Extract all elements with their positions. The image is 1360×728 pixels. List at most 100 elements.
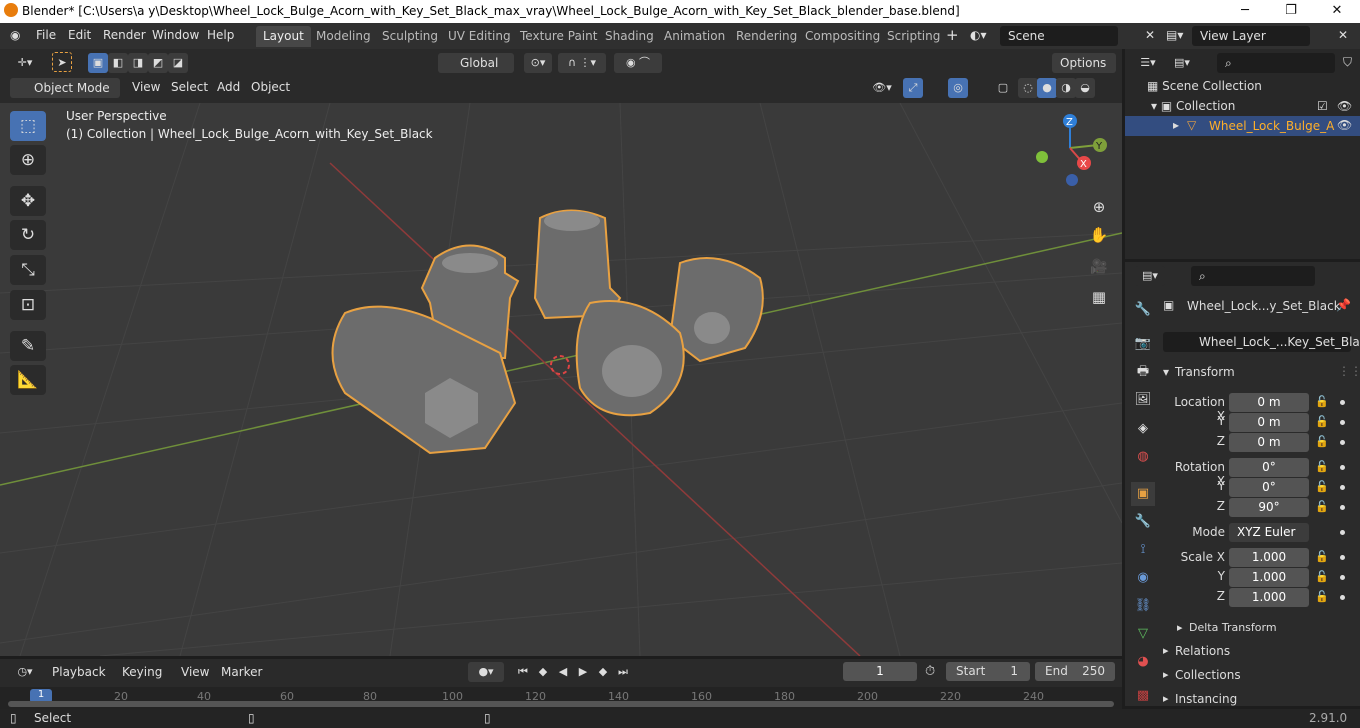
menu-object[interactable]: Object: [251, 80, 290, 94]
collection-visibility-icon[interactable]: 👁: [1337, 99, 1352, 113]
expand-arrow-icon[interactable]: ▾: [1151, 99, 1161, 113]
delta-transform-section[interactable]: Delta Transform: [1189, 621, 1277, 634]
tab-layout[interactable]: Layout: [256, 26, 311, 47]
menu-file[interactable]: File: [36, 28, 56, 42]
object-name-field[interactable]: Wheel_Lock_...Key_Set_Black: [1163, 332, 1360, 352]
gizmo-neg-y-icon[interactable]: [1036, 151, 1048, 163]
options-dropdown[interactable]: Options: [1052, 53, 1116, 73]
constraints-tab-icon[interactable]: ⛓: [1131, 594, 1155, 618]
view-layer-icon[interactable]: ▤▾: [1166, 28, 1183, 42]
menu-view[interactable]: View: [132, 80, 160, 94]
auto-keying-icon[interactable]: ●▾: [468, 662, 504, 682]
select-mode-intersect-icon[interactable]: ◪: [168, 53, 188, 73]
output-tab-icon[interactable]: 🖶: [1131, 360, 1155, 384]
menu-window[interactable]: Window: [152, 28, 199, 42]
visibility-icon[interactable]: 👁▾: [868, 78, 896, 98]
instancing-collapse-icon[interactable]: ▸: [1163, 692, 1169, 705]
object-visibility-icon[interactable]: 👁: [1337, 118, 1352, 132]
expand-arrow-icon[interactable]: ▸: [1173, 118, 1179, 132]
zoom-icon[interactable]: ⊕: [1087, 195, 1111, 219]
viewport-scene[interactable]: Z Y X: [0, 103, 1122, 656]
play-icon[interactable]: ▶: [573, 662, 593, 682]
proportional-edit-icon[interactable]: ◉ ⌒: [614, 53, 662, 73]
wheel-lock-right[interactable]: [668, 257, 764, 363]
tab-scripting[interactable]: Scripting: [880, 26, 947, 47]
add-workspace-icon[interactable]: +: [946, 26, 959, 44]
keyframe-dot-icon[interactable]: [1340, 465, 1345, 470]
relations-collapse-icon[interactable]: ▸: [1163, 644, 1169, 657]
tab-shading[interactable]: Shading: [598, 26, 661, 47]
select-mode-new-icon[interactable]: ▣: [88, 53, 108, 73]
menu-select[interactable]: Select: [171, 80, 208, 94]
start-frame-field[interactable]: Start 1: [946, 662, 1030, 681]
lock-scale-y-icon[interactable]: 🔓: [1315, 570, 1329, 584]
transform-section-title[interactable]: Transform: [1175, 365, 1235, 379]
timeline-scrollbar[interactable]: [8, 701, 1114, 707]
orientation-dropdown[interactable]: Global: [438, 53, 514, 73]
lock-scale-x-icon[interactable]: 🔓: [1315, 550, 1329, 564]
collections-collapse-icon[interactable]: ▸: [1163, 668, 1169, 681]
overlay-toggle-icon[interactable]: ◎: [948, 78, 968, 98]
texture-tab-icon[interactable]: ▩: [1131, 684, 1155, 708]
tab-animation[interactable]: Animation: [657, 26, 732, 47]
end-frame-field[interactable]: End 250: [1035, 662, 1115, 681]
location-z-field[interactable]: 0 m: [1229, 433, 1309, 452]
lock-location-z-icon[interactable]: 🔓: [1315, 435, 1329, 449]
properties-search-input[interactable]: ⌕: [1191, 266, 1315, 286]
maximize-button[interactable]: ❐: [1268, 0, 1314, 23]
outliner-editor-type-icon[interactable]: ☰▾: [1133, 53, 1163, 73]
physics-tab-icon[interactable]: ◉: [1131, 566, 1155, 590]
select-mode-subtract-icon[interactable]: ◨: [128, 53, 148, 73]
pin-icon[interactable]: 📌: [1336, 298, 1351, 312]
timeline-editor-type-icon[interactable]: ◷▾: [10, 662, 40, 682]
location-y-field[interactable]: 0 m: [1229, 413, 1309, 432]
material-shading-icon[interactable]: ◑: [1056, 78, 1076, 98]
keyframe-dot-icon[interactable]: [1340, 555, 1345, 560]
keyframe-dot-icon[interactable]: [1340, 505, 1345, 510]
annotate-tool-icon[interactable]: ✎: [10, 331, 46, 361]
tab-uv-editing[interactable]: UV Editing: [441, 26, 518, 47]
close-button[interactable]: ✕: [1314, 0, 1360, 23]
particles-tab-icon[interactable]: ⟟: [1131, 538, 1155, 562]
outliner-search-input[interactable]: ⌕: [1217, 53, 1335, 73]
lock-location-x-icon[interactable]: 🔓: [1315, 395, 1329, 409]
tab-modeling[interactable]: Modeling: [309, 26, 378, 47]
menu-help[interactable]: Help: [207, 28, 234, 42]
scale-y-field[interactable]: 1.000: [1229, 568, 1309, 587]
play-reverse-icon[interactable]: ◀: [553, 662, 573, 682]
location-x-field[interactable]: 0 m: [1229, 393, 1309, 412]
world-tab-icon[interactable]: ◍: [1131, 445, 1155, 469]
menu-marker[interactable]: Marker: [221, 665, 262, 679]
tab-sculpting[interactable]: Sculpting: [375, 26, 445, 47]
filter-icon[interactable]: ⛉: [1343, 55, 1352, 70]
data-tab-icon[interactable]: ▽: [1131, 622, 1155, 646]
menu-edit[interactable]: Edit: [68, 28, 91, 42]
move-tool-icon[interactable]: ✥: [10, 186, 46, 216]
lock-rotation-y-icon[interactable]: 🔓: [1315, 480, 1329, 494]
outliner-row-collection[interactable]: ▾ ▣ Collection ☑ 👁: [1151, 99, 1360, 117]
lock-rotation-x-icon[interactable]: 🔓: [1315, 460, 1329, 474]
keyframe-dot-icon[interactable]: [1340, 485, 1345, 490]
menu-timeline-view[interactable]: View: [181, 665, 209, 679]
view-layer-selector[interactable]: View Layer: [1192, 26, 1310, 46]
scale-tool-icon[interactable]: ⤡: [10, 255, 46, 285]
rendered-shading-icon[interactable]: ◒: [1075, 78, 1095, 98]
scale-x-field[interactable]: 1.000: [1229, 548, 1309, 567]
prev-keyframe-icon[interactable]: ◆: [533, 662, 553, 682]
tab-rendering[interactable]: Rendering: [729, 26, 804, 47]
rotation-x-field[interactable]: 0°: [1229, 458, 1309, 477]
editor-type-icon[interactable]: ✛▾: [10, 53, 40, 73]
outliner-row-object[interactable]: ▸ ▽ Wheel_Lock_Bulge_A 👁: [1125, 116, 1360, 136]
keyframe-dot-icon[interactable]: [1340, 400, 1345, 405]
cursor-tool-icon[interactable]: ⊕: [10, 145, 46, 175]
gizmo-toggle-icon[interactable]: ⤢: [903, 78, 923, 98]
object-tab-icon[interactable]: ▣: [1131, 482, 1155, 506]
rotate-tool-icon[interactable]: ↻: [10, 220, 46, 250]
pan-hand-icon[interactable]: ✋: [1087, 223, 1111, 247]
select-tool-icon[interactable]: ➤: [52, 52, 72, 72]
menu-add[interactable]: Add: [217, 80, 240, 94]
scene-selector[interactable]: Scene: [1000, 26, 1118, 46]
scene-tab-icon[interactable]: ◈: [1131, 417, 1155, 441]
menu-render[interactable]: Render: [103, 28, 146, 42]
select-mode-invert-icon[interactable]: ◩: [148, 53, 168, 73]
